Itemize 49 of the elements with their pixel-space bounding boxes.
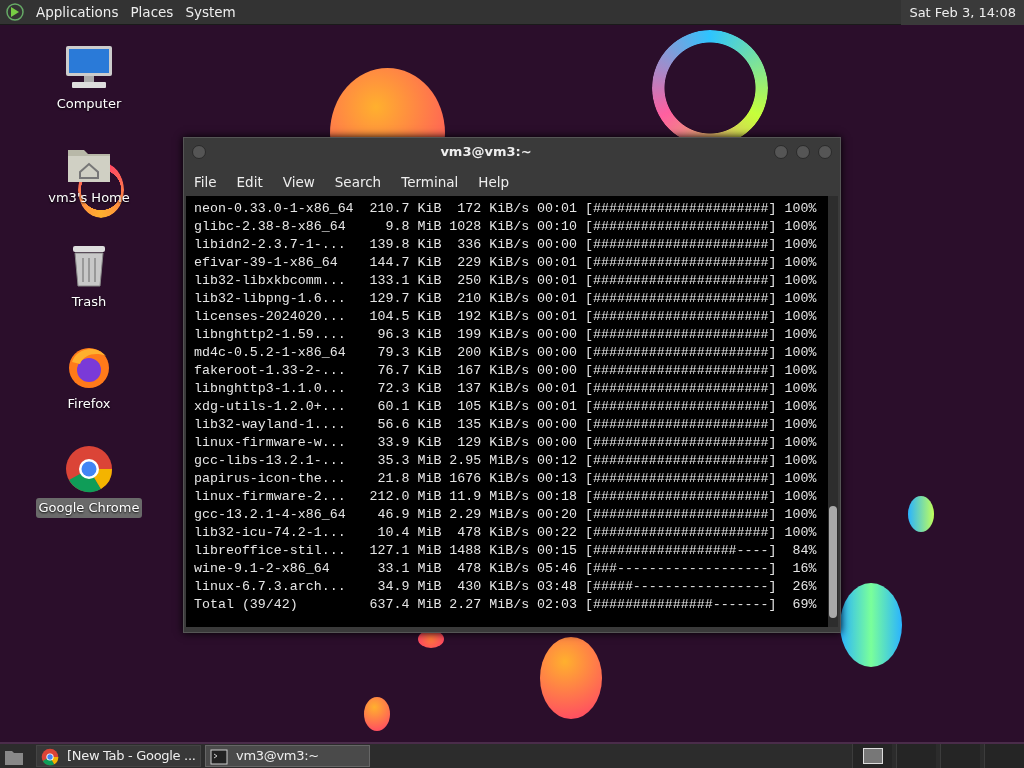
terminal-line: linux-firmware-2... 212.0 MiB 11.9 MiB/s 00:18 [######################] 100%: [194, 488, 818, 507]
terminal-line: glibc-2.38-8-x86_64 9.8 MiB 1028 KiB/s 00:10 [######################] 100%: [194, 218, 818, 237]
terminal-line: md4c-0.5.2-1-x86_64 79.3 KiB 200 KiB/s 00:00 [######################] 100%: [194, 344, 818, 363]
terminal-line: lib32-libpng-1.6... 129.7 KiB 210 KiB/s 00:01 [######################] 100%: [194, 290, 818, 309]
panel-menu[interactable]: Places: [124, 1, 180, 23]
menu-item[interactable]: Edit: [226, 166, 273, 197]
taskbar-button[interactable]: vm3@vm3:~: [205, 745, 370, 767]
terminal-line: linux-firmware-w... 33.9 KiB 129 KiB/s 00:00 [######################] 100%: [194, 434, 818, 453]
terminal-line: Total (39/42) 637.4 MiB 2.27 MiB/s 02:03 [###############-------] 69%: [194, 596, 818, 615]
terminal-line: libnghttp3-1.1.0... 72.3 KiB 137 KiB/s 00:01 [######################] 100%: [194, 380, 818, 399]
monitor-icon[interactable]: [64, 44, 114, 90]
menu-item[interactable]: Help: [468, 166, 520, 197]
menu-item[interactable]: Terminal: [391, 166, 469, 197]
terminal-icon: [210, 746, 228, 766]
menu-item[interactable]: Search: [324, 166, 392, 197]
workspace-button[interactable]: [852, 744, 892, 768]
desktop-icon-label[interactable]: Google Chrome: [35, 498, 143, 518]
chrome-icon: [41, 746, 59, 766]
clock[interactable]: Sat Feb 3, 14:08: [901, 0, 1024, 25]
terminal-line: efivar-39-1-x86_64 144.7 KiB 229 KiB/s 00:01 [######################] 100%: [194, 254, 818, 273]
terminal-line: lib32-wayland-1.... 56.6 KiB 135 KiB/s 00:00 [######################] 100%: [194, 416, 818, 435]
chrome-icon[interactable]: [64, 444, 114, 494]
menu-item[interactable]: View: [272, 166, 325, 197]
desktop-icon-label[interactable]: Firefox: [64, 394, 114, 414]
bubble-decoration: [364, 697, 390, 731]
terminal-line: libnghttp2-1.59.... 96.3 KiB 199 KiB/s 00:00 [######################] 100%: [194, 326, 818, 345]
menu-logo-icon[interactable]: [4, 1, 26, 23]
terminal-line: neon-0.33.0-1-x86_64 210.7 KiB 172 KiB/s 00:01 [######################] 100%: [194, 200, 818, 219]
desktop-icon-label[interactable]: Trash: [68, 292, 110, 312]
terminal-line: papirus-icon-the... 21.8 MiB 1676 KiB/s 00:13 [######################] 100%: [194, 470, 818, 489]
terminal-line: fakeroot-1.33-2-... 76.7 KiB 167 KiB/s 00:00 [######################] 100%: [194, 362, 818, 381]
terminal-line: xdg-utils-1.2.0+... 60.1 KiB 105 KiB/s 00:01 [######################] 100%: [194, 398, 818, 417]
terminal-line: lib32-libxkbcomm... 133.1 KiB 250 KiB/s 00:01 [######################] 100%: [194, 272, 818, 291]
terminal-line: licenses-2024020... 104.5 KiB 192 KiB/s 00:01 [######################] 100%: [194, 308, 818, 327]
window-title: vm3@vm3:~: [439, 143, 533, 162]
desktop-icon-label[interactable]: Computer: [53, 94, 125, 114]
terminal-line: linux-6.7.3.arch... 34.9 MiB 430 KiB/s 03:48 [#####-----------------] 26%: [194, 578, 818, 597]
terminal-line: wine-9.1-2-x86_64 33.1 MiB 478 KiB/s 05:46 [###-------------------] 16%: [194, 560, 818, 579]
taskbar-button[interactable]: [New Tab - Google ...: [36, 745, 201, 767]
scrollbar[interactable]: [828, 196, 838, 628]
panel-menu[interactable]: Applications: [30, 1, 125, 23]
terminal-line: gcc-libs-13.2.1-... 35.3 MiB 2.95 MiB/s 00:12 [######################] 100%: [194, 452, 818, 471]
terminal-line: libidn2-2.3.7-1-... 139.8 KiB 336 KiB/s 00:00 [######################] 100%: [194, 236, 818, 255]
panel-menu[interactable]: System: [179, 1, 242, 23]
menu-item[interactable]: File: [184, 166, 227, 197]
terminal-line: lib32-icu-74.2-1... 10.4 MiB 478 KiB/s 00:22 [######################] 100%: [194, 524, 818, 543]
terminal-line: gcc-13.2.1-4-x86_64 46.9 MiB 2.29 MiB/s 00:20 [######################] 100%: [194, 506, 818, 525]
bubble-decoration: [908, 496, 934, 532]
terminal-line: libreoffice-stil... 127.1 MiB 1488 KiB/s 00:15 [##################----] 84%: [194, 542, 818, 561]
